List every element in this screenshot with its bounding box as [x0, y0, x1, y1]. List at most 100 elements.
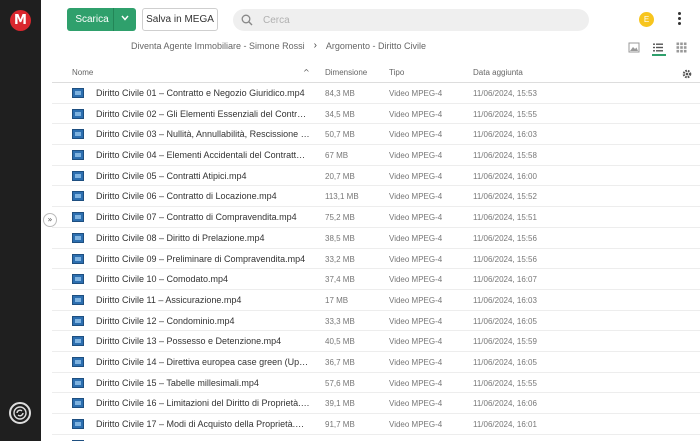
file-size: 50,7 MB	[325, 130, 355, 140]
video-file-icon	[72, 108, 84, 119]
search-bar[interactable]	[233, 9, 589, 31]
file-size: 33,3 MB	[325, 316, 355, 326]
file-name: Diritto Civile 03 – Nullità, Annullabili…	[96, 129, 310, 140]
video-file-icon	[72, 356, 84, 367]
file-type: Video MPEG-4	[389, 109, 443, 119]
file-type: Video MPEG-4	[389, 151, 443, 161]
table-row[interactable]: Diritto Civile 05 – Contratti Atipici.mp…	[52, 166, 700, 187]
video-file-icon	[72, 398, 84, 409]
file-type: Video MPEG-4	[389, 295, 443, 305]
grid-view-icon[interactable]	[676, 40, 690, 54]
left-rail: M	[0, 0, 41, 441]
search-icon	[241, 14, 253, 26]
breadcrumb-parent[interactable]: Diventa Agente Immobiliare - Simone Ross…	[131, 41, 305, 51]
video-file-icon	[72, 274, 84, 285]
file-size: 40,5 MB	[325, 337, 355, 347]
file-type: Video MPEG-4	[389, 337, 443, 347]
download-button[interactable]: Scarica	[67, 8, 136, 31]
video-file-icon	[72, 191, 84, 202]
video-file-icon	[72, 88, 84, 98]
table-row[interactable]: Diritto Civile 13 – Possesso e Detenzion…	[52, 331, 700, 352]
table-row[interactable]: Diritto Civile 03 – Nullità, Annullabili…	[52, 124, 700, 146]
file-name: Diritto Civile 08 – Diritto di Prelazion…	[96, 232, 265, 243]
search-input[interactable]	[263, 9, 563, 31]
date-added: 11/06/2024, 16:03	[473, 130, 537, 140]
date-added: 11/06/2024, 15:55	[473, 378, 537, 388]
gear-icon[interactable]	[681, 68, 693, 82]
file-size: 37,4 MB	[325, 275, 355, 285]
date-added: 11/06/2024, 15:56	[473, 233, 537, 243]
avatar[interactable]: E	[639, 12, 654, 27]
date-added: 11/06/2024, 16:06	[473, 399, 537, 409]
video-file-icon	[72, 253, 84, 264]
date-added: 11/06/2024, 15:55	[473, 109, 537, 119]
file-name: Diritto Civile 14 – Direttiva europea ca…	[96, 356, 310, 367]
video-file-icon	[72, 315, 84, 326]
table-row[interactable]: Diritto Civile 16 – Limitazioni del Diri…	[52, 393, 700, 414]
table-row[interactable]: Diritto Civile 07 – Contratto di Comprav…	[52, 207, 700, 228]
date-added: 11/06/2024, 15:59	[473, 337, 537, 347]
date-added: 11/06/2024, 15:58	[473, 151, 537, 161]
file-name: Diritto Civile 17 – Modi di Acquisto del…	[96, 419, 310, 429]
file-size: 67 MB	[325, 151, 349, 161]
table-row[interactable]: Diritto Civile 12 – Condominio.mp4 33,3 M…	[52, 311, 700, 332]
video-file-icon	[72, 170, 84, 181]
file-name: Diritto Civile 02 – Gli Elementi Essenzi…	[96, 108, 310, 119]
breadcrumb-current[interactable]: Argomento - Diritto Civile	[326, 41, 426, 51]
table-row[interactable]: Diritto Civile 06 – Contratto di Locazio…	[52, 186, 700, 208]
more-options-icon[interactable]	[674, 11, 684, 29]
date-added: 11/06/2024, 15:52	[473, 192, 537, 202]
date-added: 11/06/2024, 15:51	[473, 213, 537, 223]
file-type: Video MPEG-4	[389, 233, 443, 243]
file-list: Diritto Civile 01 – Contratto e Negozio …	[52, 83, 700, 441]
video-file-icon	[72, 419, 84, 429]
date-added: 11/06/2024, 16:05	[473, 316, 537, 326]
file-size: 17 MB	[325, 295, 349, 305]
date-added: 11/06/2024, 16:01	[473, 420, 537, 429]
file-type: Video MPEG-4	[389, 357, 443, 367]
file-size: 34,5 MB	[325, 109, 355, 119]
file-name: Diritto Civile 07 – Contratto di Comprav…	[96, 212, 297, 223]
file-type: Video MPEG-4	[389, 378, 443, 388]
table-row[interactable]: Diritto Civile 04 – Elementi Accidentali…	[52, 145, 700, 166]
file-type: Video MPEG-4	[389, 192, 443, 202]
column-header-name[interactable]: Nome	[72, 68, 93, 77]
column-header-type[interactable]: Tipo	[389, 68, 404, 77]
video-file-icon	[72, 377, 84, 388]
column-header-date[interactable]: Data aggiunta	[473, 68, 523, 77]
file-type: Video MPEG-4	[389, 130, 443, 140]
file-name: Diritto Civile 12 – Condominio.mp4	[96, 315, 235, 326]
table-row[interactable]: Diritto Civile 01 – Contratto e Negozio …	[52, 83, 700, 104]
chevron-down-icon[interactable]	[114, 8, 136, 31]
video-file-icon	[72, 232, 84, 243]
table-row[interactable]: Diritto Civile 15 – Tabelle millesimali.…	[52, 373, 700, 394]
column-header-size[interactable]: Dimensione	[325, 68, 367, 77]
list-view-icon[interactable]	[652, 40, 666, 56]
thumbnail-view-icon[interactable]	[628, 40, 642, 54]
file-name: Diritto Civile 09 – Preliminare di Compr…	[96, 253, 306, 264]
table-row[interactable]: Diritto Civile 14 – Direttiva europea ca…	[52, 352, 700, 373]
video-file-icon	[72, 150, 84, 161]
mega-logo-icon[interactable]: M	[10, 10, 31, 31]
table-row[interactable]: Diritto Civile 11 – Assicurazione.mp4 17 …	[52, 290, 700, 311]
sync-icon[interactable]	[9, 402, 31, 424]
file-type: Video MPEG-4	[389, 399, 443, 409]
file-size: 84,3 MB	[325, 89, 355, 98]
table-row[interactable]: Diritto Civile 08 – Diritto di Prelazion…	[52, 228, 700, 249]
sort-ascending-icon[interactable]: ^	[303, 68, 310, 77]
table-row[interactable]: Diritto Civile 10 – Comodato.mp4 37,4 MB V…	[52, 269, 700, 290]
download-label: Scarica	[75, 14, 109, 25]
table-row[interactable]: Diritto Civile 02 – Gli Elementi Essenzi…	[52, 104, 700, 125]
file-name: Diritto Civile 01 – Contratto e Negozio …	[96, 88, 305, 98]
table-row[interactable]: Diritto Civile 18 – Diritti Reali di God…	[52, 435, 700, 441]
file-type: Video MPEG-4	[389, 420, 443, 429]
table-row[interactable]: Diritto Civile 09 – Preliminare di Compr…	[52, 249, 700, 270]
table-row[interactable]: Diritto Civile 17 – Modi di Acquisto del…	[52, 414, 700, 435]
date-added: 11/06/2024, 15:56	[473, 254, 537, 264]
date-added: 11/06/2024, 16:00	[473, 171, 537, 181]
save-to-mega-button[interactable]: Salva in MEGA	[142, 8, 218, 31]
file-name: Diritto Civile 06 – Contratto di Locazio…	[96, 191, 277, 202]
date-added: 11/06/2024, 15:53	[473, 89, 537, 98]
file-name: Diritto Civile 10 – Comodato.mp4	[96, 274, 229, 285]
file-type: Video MPEG-4	[389, 316, 443, 326]
